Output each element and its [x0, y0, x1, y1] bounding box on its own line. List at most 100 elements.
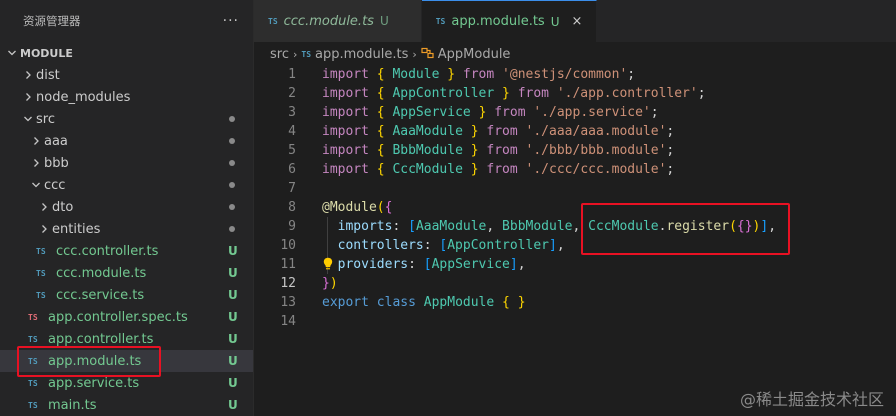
chevron-down-icon: [28, 180, 44, 190]
code-line[interactable]: 9 imports: [AaaModule, BbbModule, CccMod…: [254, 217, 896, 236]
code-editor[interactable]: 1 import { Module } from '@nestjs/common'…: [254, 65, 896, 331]
indent-guide: [327, 217, 328, 236]
tree-item-label: bbb: [44, 155, 69, 171]
typescript-file-icon: TS: [28, 334, 38, 344]
editor-area: TS ccc.module.ts U TS app.module.ts U × …: [254, 0, 896, 416]
tree-file-ccc-service-ts[interactable]: TS ccc.service.ts U: [0, 284, 253, 306]
line-number: 2: [288, 86, 296, 101]
code-token: ;: [627, 67, 636, 82]
breadcrumb-symbol[interactable]: AppModule: [438, 47, 511, 62]
tab-ccc-module[interactable]: TS ccc.module.ts U: [254, 0, 422, 42]
typescript-file-icon: TS: [36, 268, 46, 278]
tree-item-label: src: [36, 111, 55, 127]
code-line[interactable]: 11 providers: [AppService],: [254, 255, 896, 274]
code-token: {: [384, 200, 393, 215]
code-line[interactable]: 12}): [254, 274, 896, 293]
code-token: :: [408, 257, 424, 272]
tab-app-module[interactable]: TS app.module.ts U ×: [421, 0, 598, 42]
code-line[interactable]: 14: [254, 312, 896, 331]
code-token: ;: [666, 162, 675, 177]
line-number: 1: [288, 67, 296, 82]
breadcrumb-file[interactable]: app.module.ts: [315, 47, 408, 62]
tree-file-app-controller-spec-ts[interactable]: TS app.controller.spec.ts U: [0, 306, 253, 328]
code-line[interactable]: 10 controllers: [AppController],: [254, 236, 896, 255]
class-icon: [421, 47, 434, 62]
explorer-header: 资源管理器 ···: [0, 0, 253, 42]
typescript-file-icon: TS: [435, 17, 446, 26]
tree-item-label: node_modules: [36, 89, 131, 105]
typescript-file-icon: TS: [28, 400, 38, 410]
code-token: from: [462, 67, 495, 82]
code-line[interactable]: 2 import { AppController } from './app.co…: [254, 84, 896, 103]
code-token: import: [322, 86, 369, 101]
typescript-file-icon: TS: [268, 16, 278, 26]
section-header-module[interactable]: MODULE: [0, 42, 253, 64]
code-line[interactable]: 7: [254, 179, 896, 198]
ellipsis-icon[interactable]: ···: [223, 13, 239, 29]
line-number: 13: [280, 295, 296, 310]
code-text: import { BbbModule } from './bbb/bbb.mod…: [322, 143, 674, 158]
code-line[interactable]: 5 import { BbbModule } from './bbb/bbb.mo…: [254, 141, 896, 160]
code-line[interactable]: 4 import { AaaModule } from './aaa/aaa.mo…: [254, 122, 896, 141]
line-number: 12: [280, 276, 296, 291]
annotation-box-register: [581, 203, 790, 255]
code-token: @Module: [322, 200, 377, 215]
breadcrumb-folder[interactable]: src: [270, 47, 289, 62]
code-line[interactable]: 13 export class AppModule { }: [254, 293, 896, 312]
code-token: AppService: [431, 257, 510, 272]
code-token: ;: [697, 86, 706, 101]
code-text: import { AppService } from './app.servic…: [322, 105, 659, 120]
chevron-right-icon: [28, 136, 44, 146]
chevron-right-icon: [28, 158, 44, 168]
tree-folder-node-modules[interactable]: node_modules: [0, 86, 253, 108]
tree-folder-dto[interactable]: dto: [0, 196, 253, 218]
code-token: {: [376, 86, 385, 101]
chevron-right-icon: [20, 70, 36, 80]
untracked-badge: U: [228, 354, 238, 368]
tree-file-ccc-controller-ts[interactable]: TS ccc.controller.ts U: [0, 240, 253, 262]
annotation-box-app-module: [17, 346, 161, 377]
code-text: export class AppModule { }: [322, 295, 526, 310]
tree-folder-aaa[interactable]: aaa: [0, 130, 253, 152]
modified-dot-icon: [229, 182, 235, 188]
tree-folder-bbb[interactable]: bbb: [0, 152, 253, 174]
tree-folder-ccc[interactable]: ccc: [0, 174, 253, 196]
code-line[interactable]: 8 @Module({: [254, 198, 896, 217]
code-token: controllers: [337, 238, 424, 253]
lightbulb-icon[interactable]: [323, 257, 333, 271]
line-number: 14: [280, 314, 296, 329]
code-token: :: [423, 238, 440, 253]
tree-folder-src[interactable]: src: [0, 108, 253, 130]
code-token: :: [392, 219, 409, 234]
code-token: Module: [392, 67, 440, 82]
code-token: {: [376, 124, 385, 139]
tree-item-label: aaa: [44, 133, 68, 149]
tree-folder-entities[interactable]: entities: [0, 218, 253, 240]
code-line[interactable]: 6 import { CccModule } from './ccc/ccc.mo…: [254, 160, 896, 179]
tree-file-main-ts[interactable]: TS main.ts U: [0, 394, 253, 416]
code-token: ]: [548, 238, 557, 253]
code-token: import: [322, 143, 369, 158]
code-token: from: [486, 124, 518, 139]
tree-folder-dist[interactable]: dist: [0, 64, 253, 86]
code-token: './ccc/ccc.module': [525, 162, 667, 177]
code-token: ]: [509, 257, 518, 272]
tree-file-ccc-module-ts[interactable]: TS ccc.module.ts U: [0, 262, 253, 284]
untracked-badge: U: [228, 310, 238, 324]
code-token: }: [470, 162, 479, 177]
code-line[interactable]: 1 import { Module } from '@nestjs/common'…: [254, 65, 896, 84]
code-line[interactable]: 3 import { AppService } from './app.servi…: [254, 103, 896, 122]
tree-item-label: app.controller.ts: [48, 331, 154, 347]
indent-guide: [327, 236, 328, 255]
typescript-file-icon: TS: [36, 290, 46, 300]
close-icon[interactable]: ×: [572, 14, 583, 29]
code-token: './bbb/bbb.module': [525, 143, 667, 158]
